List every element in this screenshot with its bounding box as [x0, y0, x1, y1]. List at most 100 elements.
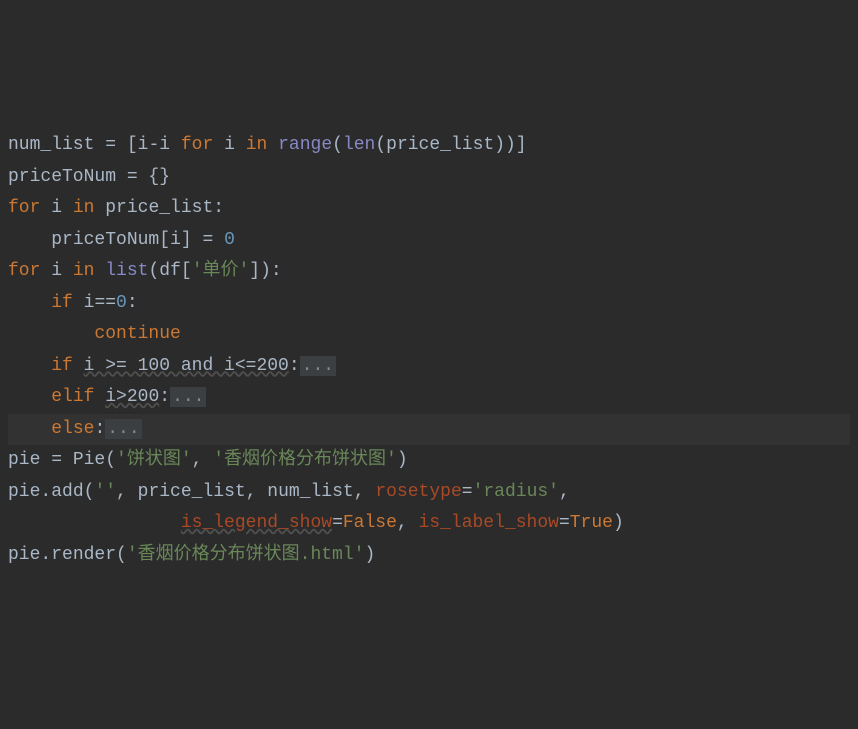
code-line-14: pie.render('香烟价格分布饼状图.html'): [8, 540, 850, 572]
keyword: elif: [51, 387, 105, 407]
paren: ): [397, 450, 408, 470]
variable: priceToNum: [8, 167, 116, 187]
variable: num_list: [8, 135, 94, 155]
paren: (: [116, 545, 127, 565]
variable: price_list: [138, 482, 246, 502]
operator: =: [332, 513, 343, 533]
operator: =: [462, 482, 473, 502]
variable: i: [51, 198, 73, 218]
bracket: [: [181, 261, 192, 281]
colon: :: [289, 356, 300, 376]
code-line-11: pie = Pie('饼状图', '香烟价格分布饼状图'): [8, 445, 850, 477]
keyword: if: [51, 293, 83, 313]
paren: (: [148, 261, 159, 281]
code-line-13: is_legend_show=False, is_label_show=True…: [8, 508, 850, 540]
keyword: for: [181, 135, 224, 155]
keyword: for: [8, 261, 51, 281]
code-line-10: else:...: [8, 414, 850, 446]
string: '': [94, 482, 116, 502]
indent: [8, 230, 51, 250]
variable: df: [159, 261, 181, 281]
keyword: else: [51, 419, 94, 439]
dot: .: [40, 545, 51, 565]
keyword: if: [51, 356, 83, 376]
string: '饼状图': [116, 450, 192, 470]
code-line-7: continue: [8, 319, 850, 351]
number: 0: [116, 293, 127, 313]
variable: i: [84, 293, 95, 313]
fold-indicator[interactable]: ...: [300, 356, 336, 376]
param: rosetype: [375, 482, 461, 502]
string: '单价': [192, 261, 250, 281]
comma: ,: [116, 482, 138, 502]
bracket: [: [159, 230, 170, 250]
keyword: in: [246, 135, 278, 155]
code-line-6: if i==0:: [8, 288, 850, 320]
dot: .: [40, 482, 51, 502]
bracket: ]):: [249, 261, 281, 281]
variable: priceToNum: [51, 230, 159, 250]
comma: ,: [397, 513, 419, 533]
code-line-1: num_list = [i-i for i in range(len(price…: [8, 130, 850, 162]
comma: ,: [354, 482, 376, 502]
indent: [8, 419, 51, 439]
number: 0: [224, 230, 235, 250]
code-line-2: priceToNum = {}: [8, 162, 850, 194]
indent: [8, 356, 51, 376]
paren: (: [375, 135, 386, 155]
keyword: for: [8, 198, 51, 218]
code-line-12: pie.add('', price_list, num_list, rosety…: [8, 477, 850, 509]
code-line-9: elif i>200:...: [8, 382, 850, 414]
bracket: ] =: [181, 230, 224, 250]
paren: ): [364, 545, 375, 565]
paren: (: [105, 450, 116, 470]
variable: i: [138, 135, 149, 155]
colon: :: [213, 198, 224, 218]
bool: False: [343, 513, 397, 533]
operator: = [: [94, 135, 137, 155]
paren: (: [84, 482, 95, 502]
variable: i: [51, 261, 73, 281]
variable: i: [224, 135, 246, 155]
variable: pie: [8, 545, 40, 565]
variable: price_list: [386, 135, 494, 155]
variable: num_list: [267, 482, 353, 502]
code-line-3: for i in price_list:: [8, 193, 850, 225]
paren: (: [332, 135, 343, 155]
fold-indicator[interactable]: ...: [105, 419, 141, 439]
keyword: continue: [94, 324, 180, 344]
variable: pie: [8, 450, 40, 470]
string: '香烟价格分布饼状图': [213, 450, 397, 470]
builtin: len: [343, 135, 375, 155]
param: is_label_show: [419, 513, 559, 533]
comma: ,: [192, 450, 214, 470]
operator: = {}: [116, 167, 170, 187]
param: is_legend_show: [181, 513, 332, 533]
condition: i >= 100 and i<=200: [84, 356, 289, 376]
variable: price_list: [105, 198, 213, 218]
builtin: list: [105, 261, 148, 281]
indent: [8, 324, 94, 344]
indent: [8, 513, 181, 533]
fold-indicator[interactable]: ...: [170, 387, 206, 407]
comma: ,: [246, 482, 268, 502]
operator: =: [40, 450, 72, 470]
code-line-4: priceToNum[i] = 0: [8, 225, 850, 257]
operator: =: [559, 513, 570, 533]
code-line-5: for i in list(df['单价']):: [8, 256, 850, 288]
variable: i: [159, 135, 181, 155]
string: 'radius': [473, 482, 559, 502]
operator: ==: [94, 293, 116, 313]
keyword: in: [73, 198, 105, 218]
code-editor[interactable]: num_list = [i-i for i in range(len(price…: [8, 130, 850, 571]
operator: -: [148, 135, 159, 155]
colon: :: [94, 419, 105, 439]
bool: True: [570, 513, 613, 533]
paren: ))]: [494, 135, 526, 155]
builtin: range: [278, 135, 332, 155]
indent: [8, 387, 51, 407]
comma: ,: [559, 482, 570, 502]
keyword: in: [73, 261, 105, 281]
variable: pie: [8, 482, 40, 502]
condition: i>200: [105, 387, 159, 407]
